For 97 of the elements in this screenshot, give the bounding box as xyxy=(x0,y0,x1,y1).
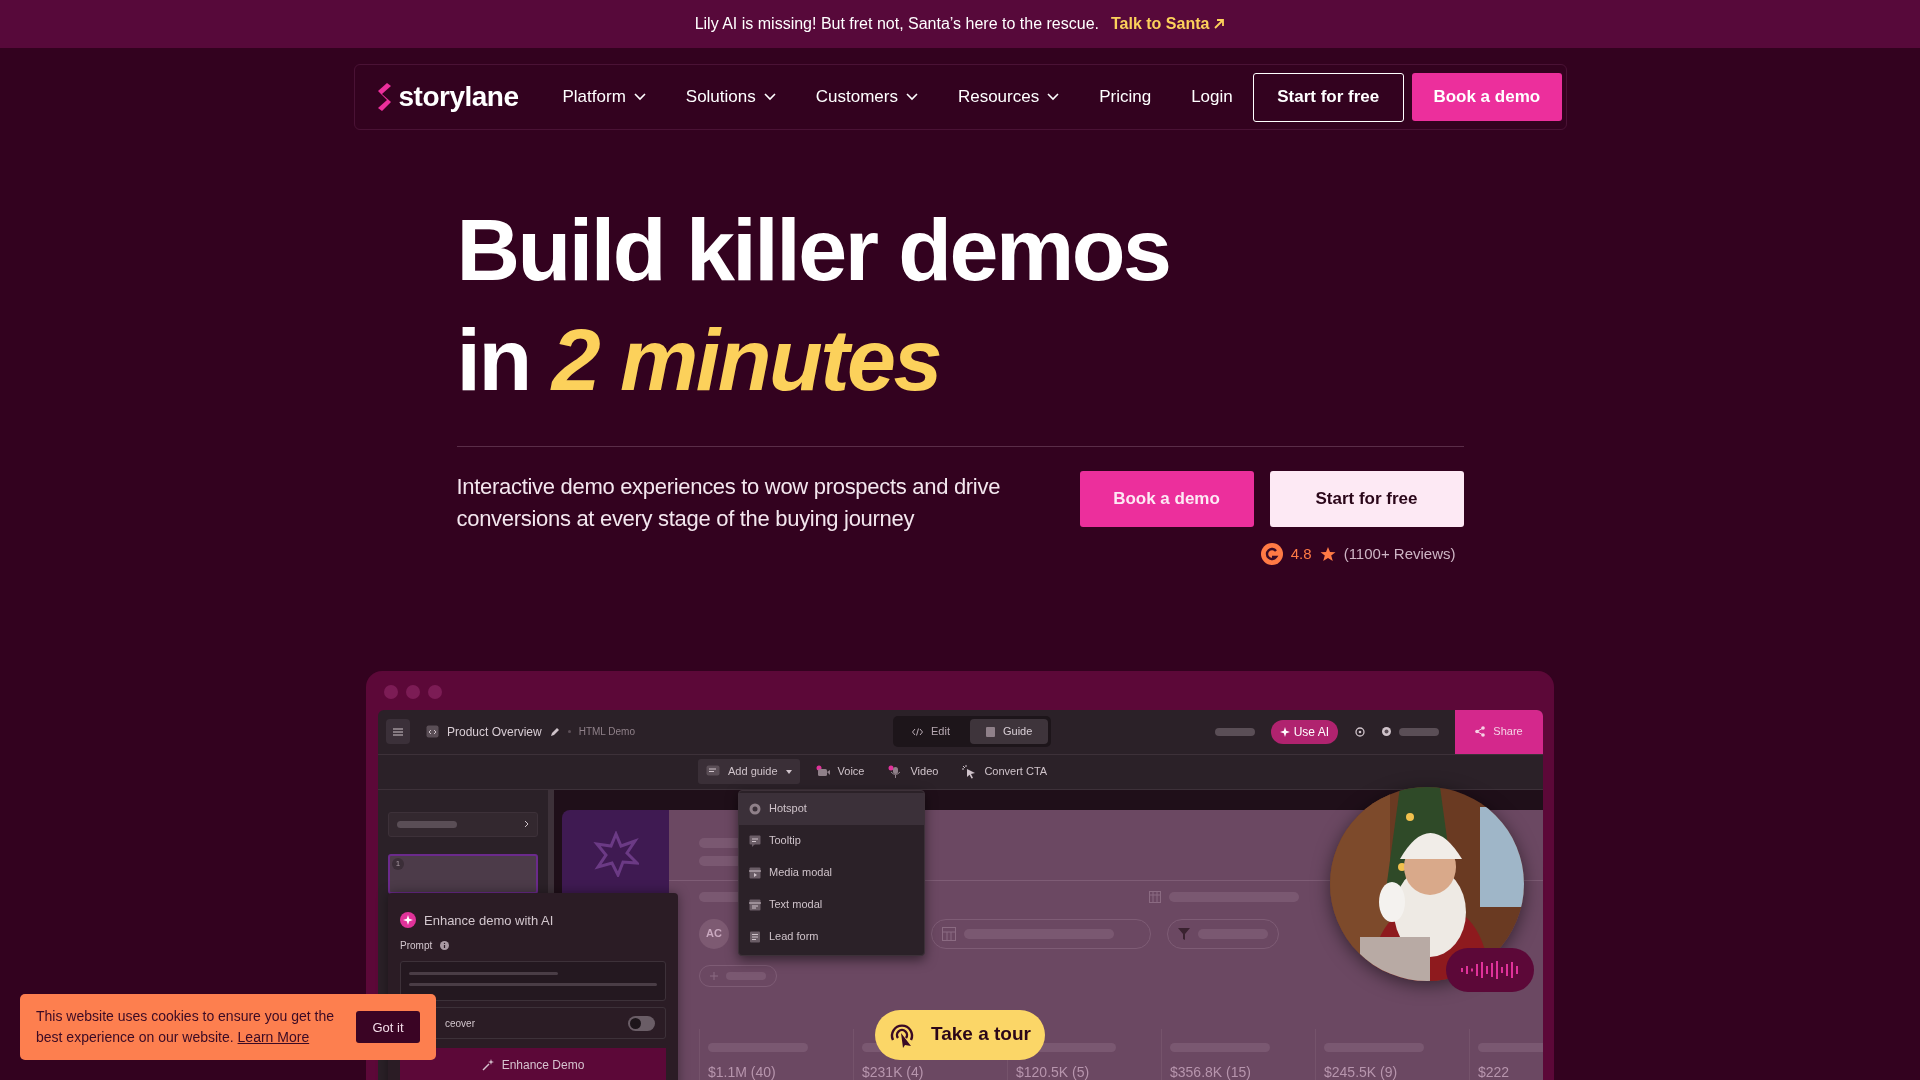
form-icon xyxy=(749,930,761,943)
star-icon xyxy=(1319,546,1336,563)
ai-badge-icon xyxy=(400,912,416,929)
window-dot-icon xyxy=(406,684,420,699)
microphone-icon xyxy=(888,764,903,779)
media-window-icon xyxy=(749,866,761,879)
stat-value: $231K (4) xyxy=(862,1062,925,1080)
code-icon xyxy=(912,727,923,736)
learn-more-link[interactable]: Learn More xyxy=(237,1029,310,1045)
review-count: (1100+ Reviews) xyxy=(1343,544,1456,564)
mode-tab[interactable]: Guide xyxy=(970,719,1049,744)
book-demo-button[interactable]: Book a demo xyxy=(1411,72,1562,121)
pencil-icon xyxy=(549,726,560,737)
stat-value: $356.8K (15) xyxy=(1170,1062,1252,1080)
hero-subtitle: Interactive demo experiences to wow prospects and drive conversions at every stage of the buying journey xyxy=(456,473,1002,533)
chevron-down-icon xyxy=(633,93,646,101)
announcement-text: Lily AI is missing! But fret not, Santa’s here to the rescue. xyxy=(694,14,1099,34)
toolbar-button[interactable]: Convert CTA xyxy=(954,759,1056,784)
speech-bubble-icon xyxy=(749,834,761,847)
demo-title: Product Overview xyxy=(447,723,542,741)
code-file-icon xyxy=(426,725,439,738)
stat-value: $245.5K (9) xyxy=(1324,1062,1399,1080)
g2-icon xyxy=(1260,543,1283,566)
slide-thumbnail[interactable]: 1 xyxy=(388,853,538,894)
broadcast-cursor-icon xyxy=(889,1021,915,1048)
calendar-icon xyxy=(942,926,956,941)
nav-link[interactable]: Solutions xyxy=(665,84,796,110)
rating-score: 4.8 xyxy=(1290,544,1312,564)
start-free-button[interactable]: Start for free xyxy=(1269,471,1464,527)
menu-item[interactable]: Lead form xyxy=(739,920,924,953)
target-icon xyxy=(749,802,761,815)
share-icon xyxy=(1475,726,1486,737)
guide-icon xyxy=(986,726,995,737)
nav-link[interactable]: Customers xyxy=(795,84,938,110)
menu-item[interactable]: Tooltip xyxy=(739,824,924,857)
placeholder-bar-icon xyxy=(397,820,457,828)
speech-bubble-icon xyxy=(706,764,720,779)
menu-button[interactable] xyxy=(386,719,410,744)
menu-icon xyxy=(393,727,403,736)
stat-value: $120.5K (5) xyxy=(1016,1062,1091,1080)
share-button[interactable]: Share xyxy=(1455,709,1543,754)
menu-item[interactable]: Text modal xyxy=(739,888,924,921)
toolbar-button[interactable]: Video xyxy=(880,759,947,784)
arrow-icon xyxy=(1213,18,1226,30)
table-icon xyxy=(1149,890,1161,903)
slide-selector[interactable] xyxy=(388,811,538,837)
separator-dot-icon xyxy=(567,730,571,733)
chevron-down-icon xyxy=(763,93,776,101)
chevron-down-icon xyxy=(1047,93,1060,101)
nav-link[interactable]: Pricing xyxy=(1079,84,1172,110)
mode-tab[interactable]: Edit xyxy=(896,719,966,744)
got-it-button[interactable]: Got it xyxy=(356,1011,420,1043)
start-free-button[interactable]: Start for free xyxy=(1252,72,1404,122)
nav-link[interactable]: Login xyxy=(1171,84,1253,110)
option-label: ceover xyxy=(445,1016,475,1031)
prompt-field[interactable] xyxy=(400,961,666,1001)
toggle-switch[interactable] xyxy=(628,1015,655,1031)
tour-button[interactable]: Take a tour xyxy=(875,1009,1045,1060)
magic-wand-icon xyxy=(481,1059,494,1071)
toolbar-button[interactable]: Add guide xyxy=(698,759,800,784)
stat-value: $1.1M (40) xyxy=(708,1062,777,1080)
plus-icon xyxy=(710,971,718,980)
menu-item[interactable]: Media modal xyxy=(739,856,924,889)
placeholder-bar-icon xyxy=(1399,727,1439,736)
prompt-label: Prompt xyxy=(400,939,433,953)
talk-link[interactable]: Talk to Santa xyxy=(1111,12,1226,36)
logo-text: storylane xyxy=(398,80,519,114)
nav-link[interactable]: Resources xyxy=(937,84,1080,110)
cookie-text: This website uses cookies to ensure you get the best experience on our website. Learn More xyxy=(36,1007,336,1047)
chevron-right-icon xyxy=(524,820,529,828)
caret-down-icon xyxy=(785,769,792,774)
chevron-down-icon xyxy=(905,93,918,101)
text-window-icon xyxy=(749,898,761,911)
window-dot-icon xyxy=(384,684,398,699)
nav-link[interactable]: Platform xyxy=(542,84,666,110)
sound-wave-icon xyxy=(1461,959,1519,980)
demo-type-label: HTML Demo xyxy=(578,725,635,739)
sparkle-icon xyxy=(1279,726,1290,737)
placeholder-bar-icon xyxy=(1214,727,1255,736)
toolbar-button[interactable]: Voice xyxy=(807,759,873,784)
eye-icon xyxy=(1382,727,1391,736)
cursor-click-icon xyxy=(962,764,977,779)
avatar: AC xyxy=(699,918,729,949)
use-ai-button[interactable]: Use AI xyxy=(1270,719,1338,744)
panel-title: Enhance demo with AI xyxy=(424,911,554,930)
camera-icon xyxy=(815,764,830,779)
settings-icon xyxy=(1354,725,1366,738)
menu-item[interactable]: Hotspot xyxy=(739,792,924,825)
placeholder-bar-icon xyxy=(1478,1043,1543,1053)
filter-icon xyxy=(1178,927,1190,940)
info-icon xyxy=(440,941,450,950)
stat-value: $222 xyxy=(1478,1062,1511,1080)
starburst-icon xyxy=(592,830,639,877)
enhance-button[interactable]: Enhance Demo xyxy=(400,1048,666,1080)
window-dot-icon xyxy=(428,684,442,699)
step-number: 1 xyxy=(392,857,404,870)
hero-title: Build killer demos in 2 minutes xyxy=(456,199,1171,411)
